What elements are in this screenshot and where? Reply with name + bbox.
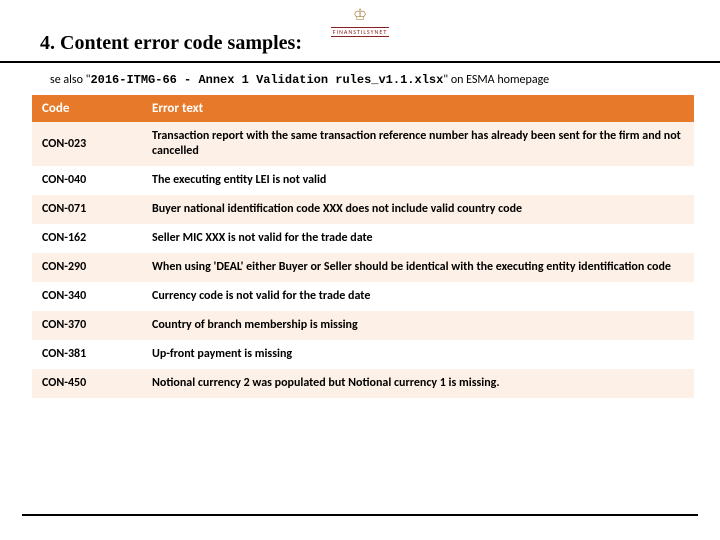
subtitle: se also "2016-ITMG-66 - Annex 1 Validati… bbox=[0, 63, 720, 95]
cell-text: Up-front payment is missing bbox=[142, 340, 694, 369]
page-title: 4. Content error code samples: bbox=[40, 32, 302, 54]
cell-text: Country of branch membership is missing bbox=[142, 311, 694, 340]
header-text: Error text bbox=[142, 95, 694, 122]
cell-code: CON-290 bbox=[32, 253, 142, 282]
cell-text: Transaction report with the same transac… bbox=[142, 122, 694, 166]
subtitle-filename: 2016-ITMG-66 - Annex 1 Validation rules_… bbox=[90, 73, 443, 87]
cell-text: Currency code is not valid for the trade… bbox=[142, 282, 694, 311]
table-row: CON-040The executing entity LEI is not v… bbox=[32, 166, 694, 195]
cell-code: CON-040 bbox=[32, 166, 142, 195]
table-row: CON-023Transaction report with the same … bbox=[32, 122, 694, 166]
cell-text: When using 'DEAL' either Buyer or Seller… bbox=[142, 253, 694, 282]
cell-code: CON-071 bbox=[32, 195, 142, 224]
crown-icon: ♔ bbox=[0, 8, 720, 24]
table-row: CON-370Country of branch membership is m… bbox=[32, 311, 694, 340]
error-code-table: Code Error text CON-023Transaction repor… bbox=[32, 95, 694, 398]
subtitle-prefix: se also " bbox=[50, 73, 90, 87]
logo-brand: FINANSTILSYNET bbox=[331, 27, 390, 37]
subtitle-suffix: " on ESMA homepage bbox=[443, 73, 549, 87]
cell-code: CON-381 bbox=[32, 340, 142, 369]
cell-code: CON-340 bbox=[32, 282, 142, 311]
cell-text: The executing entity LEI is not valid bbox=[142, 166, 694, 195]
cell-code: CON-162 bbox=[32, 224, 142, 253]
footer-divider bbox=[22, 514, 698, 516]
table-row: CON-162Seller MIC XXX is not valid for t… bbox=[32, 224, 694, 253]
header-code: Code bbox=[32, 95, 142, 122]
table-header-row: Code Error text bbox=[32, 95, 694, 122]
cell-code: CON-370 bbox=[32, 311, 142, 340]
table-row: CON-450Notional currency 2 was populated… bbox=[32, 369, 694, 398]
table-row: CON-340Currency code is not valid for th… bbox=[32, 282, 694, 311]
table-row: CON-381Up-front payment is missing bbox=[32, 340, 694, 369]
cell-code: CON-450 bbox=[32, 369, 142, 398]
cell-text: Seller MIC XXX is not valid for the trad… bbox=[142, 224, 694, 253]
table-row: CON-071Buyer national identification cod… bbox=[32, 195, 694, 224]
table-row: CON-290When using 'DEAL' either Buyer or… bbox=[32, 253, 694, 282]
cell-code: CON-023 bbox=[32, 122, 142, 166]
cell-text: Buyer national identification code XXX d… bbox=[142, 195, 694, 224]
cell-text: Notional currency 2 was populated but No… bbox=[142, 369, 694, 398]
